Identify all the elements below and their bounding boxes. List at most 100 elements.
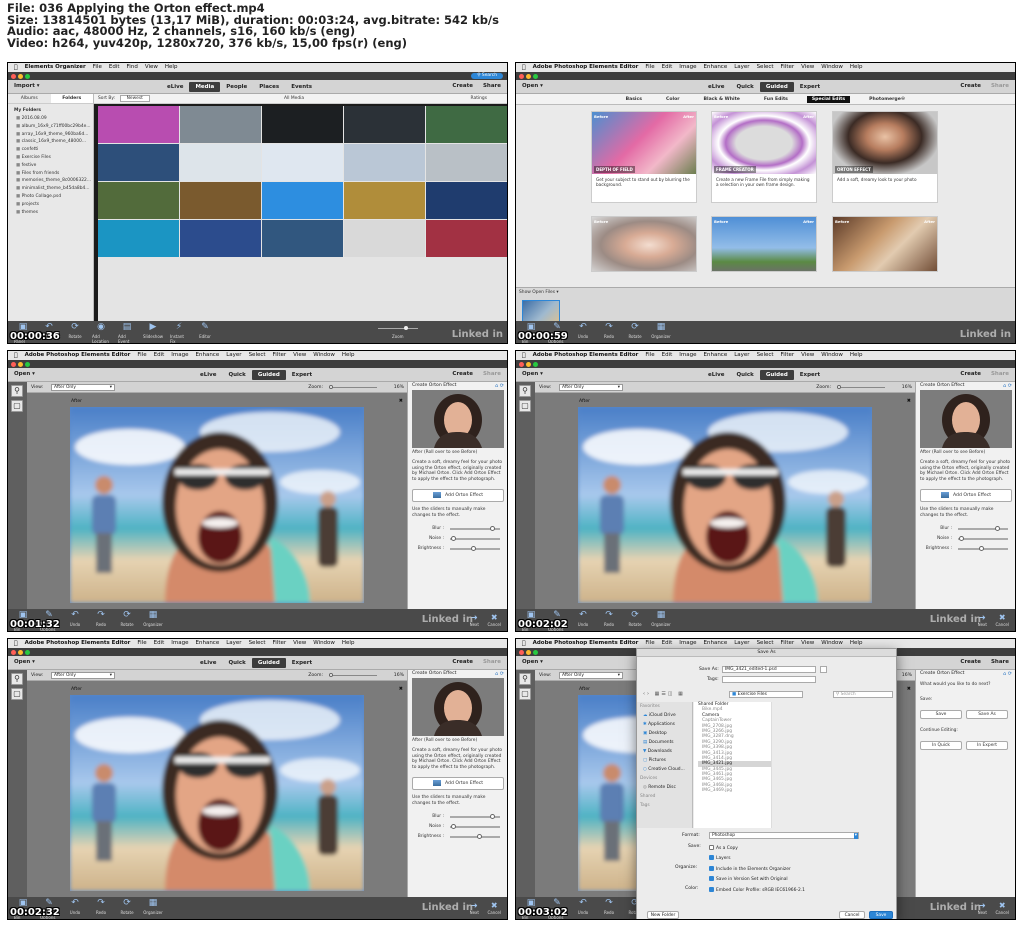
- menu-item[interactable]: View: [801, 351, 814, 360]
- zoom-tool-icon[interactable]: ⚲: [519, 385, 531, 397]
- close-icon[interactable]: ✖: [399, 686, 403, 692]
- menu-item[interactable]: Window: [821, 63, 843, 72]
- card-guided-edit[interactable]: Before After: [832, 216, 938, 272]
- location-select[interactable]: ■ Exercise Files: [729, 691, 803, 698]
- minimize-window-icon[interactable]: [526, 649, 531, 655]
- zoom-slider[interactable]: [329, 385, 377, 389]
- media-thumbnail[interactable]: [344, 106, 425, 143]
- folder-item[interactable]: ■ projects: [8, 201, 93, 209]
- organizer-button[interactable]: ▦ Organizer: [651, 611, 671, 631]
- folder-item[interactable]: ■ classic_16x9_theme_48000...: [8, 138, 93, 146]
- media-thumbnail[interactable]: [180, 182, 261, 219]
- close-window-icon[interactable]: [519, 649, 524, 655]
- in-expert-button[interactable]: In Expert: [966, 741, 1008, 750]
- category-basics[interactable]: Basics: [621, 96, 647, 103]
- menu-item[interactable]: Enhance: [196, 351, 220, 360]
- nav-buttons[interactable]: ‹› ▦☰◫ ▦: [643, 691, 685, 697]
- rotate-button[interactable]: ⟳ Rotate: [626, 323, 644, 343]
- hand-tool-icon[interactable]: ▢: [519, 400, 531, 412]
- filename-field[interactable]: IMG_3421_edited-1.psd: [722, 666, 816, 673]
- tags-field[interactable]: [722, 676, 816, 683]
- hand-tool-icon[interactable]: ▢: [519, 688, 531, 700]
- brightness-slider[interactable]: [958, 546, 1008, 551]
- card-orton-effect[interactable]: ORTON EFFECT Add a soft, dreamy look to …: [832, 111, 938, 203]
- brightness-slider-knob[interactable]: [978, 546, 984, 551]
- menu-item[interactable]: Edit: [662, 351, 673, 360]
- menu-item[interactable]: Enhance: [704, 639, 728, 648]
- hand-tool-icon[interactable]: ▢: [11, 400, 23, 412]
- menu-item[interactable]: File: [93, 63, 102, 72]
- close-icon[interactable]: ✖: [907, 398, 911, 404]
- menu-item[interactable]: View: [145, 63, 158, 72]
- zoom-slider[interactable]: [378, 326, 418, 330]
- menu-item[interactable]: Filter: [781, 351, 795, 360]
- tab-media[interactable]: Media: [189, 82, 221, 92]
- editor-button[interactable]: ✎ Editor: [196, 323, 214, 343]
- sidebar-item-desktop[interactable]: ▣ Desktop: [637, 729, 692, 738]
- tab-guided[interactable]: Guided: [251, 658, 286, 668]
- menu-item[interactable]: View: [801, 63, 814, 72]
- view-select[interactable]: After Only ▾: [559, 384, 623, 391]
- folders-tab[interactable]: Folders: [50, 94, 93, 103]
- tab-quick[interactable]: Quick: [730, 370, 759, 380]
- create-menu[interactable]: Create: [452, 371, 473, 377]
- create-menu[interactable]: Create: [960, 83, 981, 89]
- folder-item[interactable]: ■ 2016.08.09: [8, 115, 93, 123]
- add-location-button[interactable]: ◉ Add Location: [92, 323, 110, 344]
- rotate-button[interactable]: ⟳ Rotate: [118, 611, 136, 631]
- menu-item[interactable]: Help: [342, 351, 355, 360]
- open-menu[interactable]: Open ▾: [14, 371, 35, 377]
- folder-item[interactable]: ■ minimalist_theme_b45da8b4...: [8, 185, 93, 193]
- media-thumbnail[interactable]: [262, 220, 343, 257]
- organizer-button[interactable]: ▦ Organizer: [143, 899, 163, 919]
- menu-item[interactable]: Select: [757, 639, 774, 648]
- color-profile-checkbox[interactable]: Embed Color Profile: sRGB IEC61966-2.1: [709, 887, 805, 893]
- menu-item[interactable]: Edit: [154, 639, 165, 648]
- media-thumbnail[interactable]: [426, 106, 507, 143]
- close-icon[interactable]: ✖: [399, 398, 403, 404]
- noise-slider-knob[interactable]: [450, 536, 456, 541]
- tab-expert[interactable]: Expert: [286, 370, 318, 380]
- search-field[interactable]: ⚲ Search: [833, 691, 893, 698]
- create-menu[interactable]: Create: [452, 83, 473, 89]
- panel-home-icon[interactable]: ⌂ ⟳: [495, 671, 504, 677]
- organizer-button[interactable]: ▦ Organizer: [143, 611, 163, 631]
- menu-item[interactable]: Filter: [781, 63, 795, 72]
- media-thumbnail[interactable]: [426, 220, 507, 257]
- maximize-window-icon[interactable]: [533, 361, 538, 367]
- close-window-icon[interactable]: [519, 361, 524, 367]
- sidebar-item-downloads[interactable]: ▼ Downloads: [637, 747, 692, 756]
- media-thumbnail[interactable]: [344, 182, 425, 219]
- category-special-edits[interactable]: Special Edits: [806, 95, 851, 103]
- menu-item[interactable]: Filter: [273, 351, 287, 360]
- tab-quick[interactable]: Quick: [222, 658, 251, 668]
- panel-home-icon[interactable]: ⌂ ⟳: [495, 383, 504, 389]
- menu-item[interactable]: Select: [249, 351, 266, 360]
- media-thumbnail[interactable]: [344, 144, 425, 181]
- zoom-tool-icon[interactable]: ⚲: [11, 385, 23, 397]
- minimize-window-icon[interactable]: [526, 73, 531, 79]
- zoom-slider-knob[interactable]: [329, 385, 333, 389]
- view-select[interactable]: After Only ▾: [51, 672, 115, 679]
- tab-places[interactable]: Places: [253, 82, 285, 92]
- maximize-window-icon[interactable]: [533, 649, 538, 655]
- folder-item[interactable]: ■ array_16x9_theme_960ba6d...: [8, 131, 93, 139]
- share-menu[interactable]: Share: [483, 659, 501, 665]
- noise-slider-knob[interactable]: [958, 536, 964, 541]
- sidebar-item-icloud[interactable]: ☁ iCloud Drive: [637, 711, 692, 720]
- menu-item[interactable]: Help: [850, 639, 863, 648]
- undo-button[interactable]: ↶ Undo: [66, 611, 84, 631]
- minimize-window-icon[interactable]: [18, 649, 23, 655]
- zoom-tool-icon[interactable]: ⚲: [11, 673, 23, 685]
- menu-item[interactable]: Layer: [734, 63, 749, 72]
- tab-elive[interactable]: eLive: [702, 370, 730, 380]
- redo-button[interactable]: ↷ Redo: [92, 899, 110, 919]
- sidebar-item-pictures[interactable]: ▢ Pictures: [637, 756, 692, 765]
- menu-item[interactable]: Image: [679, 63, 696, 72]
- menu-item[interactable]: Select: [757, 63, 774, 72]
- menu-item[interactable]: View: [293, 351, 306, 360]
- menu-item[interactable]: Layer: [226, 351, 241, 360]
- menu-item[interactable]: Image: [679, 351, 696, 360]
- zoom-slider[interactable]: [329, 673, 377, 677]
- media-thumbnail[interactable]: [98, 144, 179, 181]
